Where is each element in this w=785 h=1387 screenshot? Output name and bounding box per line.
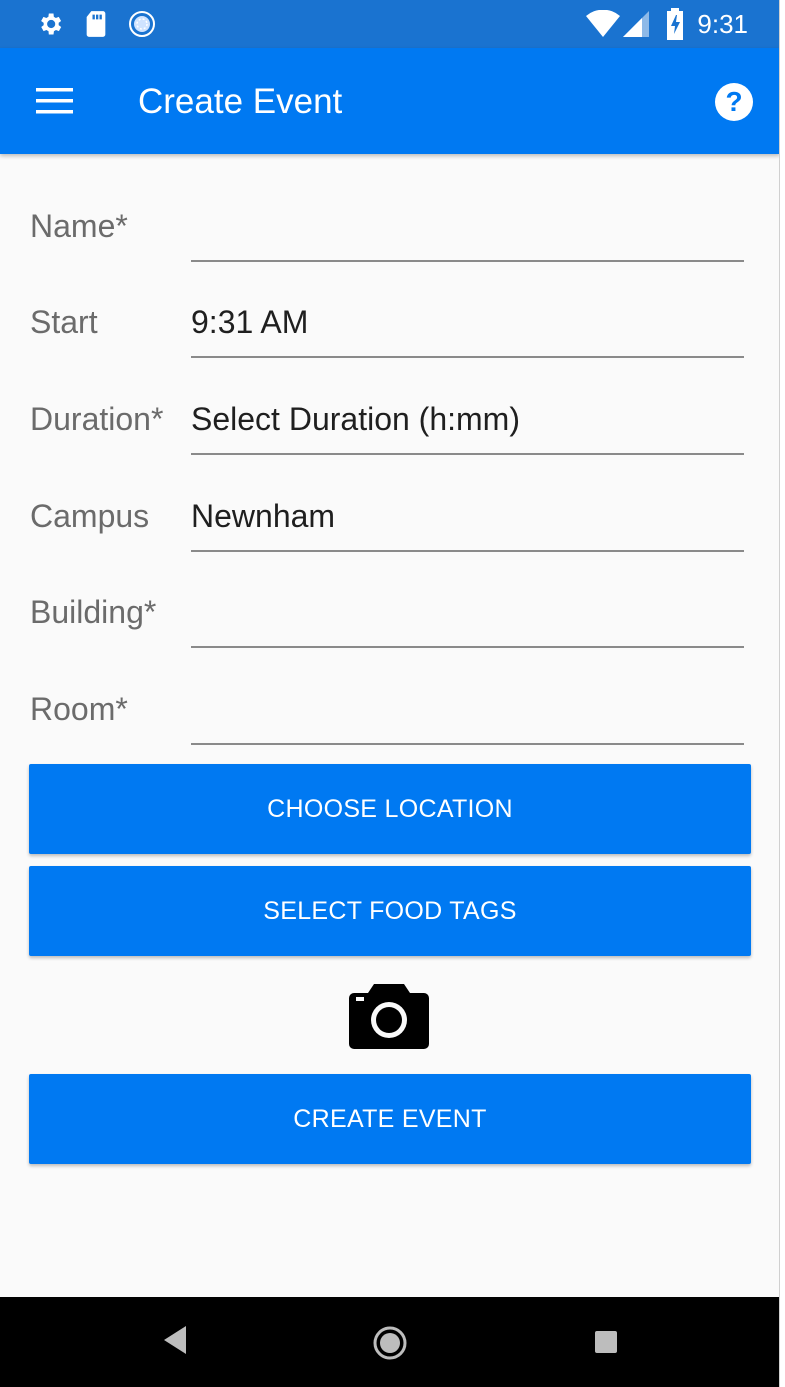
building-label: Building*	[30, 594, 157, 630]
name-label: Name*	[30, 208, 128, 244]
select-food-tags-button[interactable]: SELECT FOOD TAGS	[29, 866, 751, 956]
recents-square-icon	[595, 1331, 617, 1353]
battery-charging-icon	[666, 8, 684, 45]
start-time-picker[interactable]: 9:31 AM	[191, 296, 744, 358]
campus-row: Campus Newnham	[0, 490, 779, 560]
gear-icon	[36, 10, 64, 43]
duration-label: Duration*	[30, 401, 164, 437]
sync-icon	[128, 10, 156, 43]
help-circle-icon: ?	[715, 83, 753, 121]
device-screen: 9:31 Create Event ? Name* Start 9:31 AM	[0, 0, 780, 1387]
duration-value: Select Duration (h:mm)	[191, 401, 520, 437]
name-input[interactable]	[191, 206, 744, 250]
camera-icon	[349, 984, 429, 1049]
sd-card-icon	[84, 10, 108, 43]
room-label: Room*	[30, 691, 128, 727]
building-input[interactable]	[191, 592, 744, 636]
home-button[interactable]	[372, 1325, 408, 1366]
building-field[interactable]	[191, 586, 744, 648]
name-row: Name*	[0, 200, 779, 270]
start-row: Start 9:31 AM	[0, 296, 779, 366]
wifi-icon	[586, 9, 620, 43]
back-triangle-icon	[164, 1326, 186, 1354]
svg-text:?: ?	[725, 86, 742, 117]
name-field[interactable]	[191, 200, 744, 262]
page-title: Create Event	[138, 82, 343, 121]
navigation-bar	[0, 1297, 779, 1387]
room-field[interactable]	[191, 683, 744, 745]
camera-button[interactable]	[348, 982, 430, 1050]
app-bar: Create Event ?	[0, 48, 779, 154]
hamburger-menu-icon	[36, 88, 73, 114]
menu-button[interactable]	[26, 80, 82, 124]
campus-picker[interactable]: Newnham	[191, 490, 744, 552]
back-button[interactable]	[162, 1323, 188, 1362]
choose-location-button[interactable]: CHOOSE LOCATION	[29, 764, 751, 854]
cell-signal-icon	[622, 10, 650, 43]
start-label: Start	[30, 304, 98, 340]
room-row: Room*	[0, 683, 779, 753]
recents-button[interactable]	[594, 1330, 618, 1359]
start-time-value: 9:31 AM	[191, 304, 309, 340]
home-circle-icon	[373, 1326, 407, 1360]
building-row: Building*	[0, 586, 779, 656]
create-event-button[interactable]: CREATE EVENT	[29, 1074, 751, 1164]
status-bar: 9:31	[0, 0, 779, 48]
campus-label: Campus	[30, 498, 150, 534]
duration-picker[interactable]: Select Duration (h:mm)	[191, 393, 744, 455]
duration-row: Duration* Select Duration (h:mm)	[0, 393, 779, 463]
campus-value: Newnham	[191, 498, 336, 534]
room-input[interactable]	[191, 689, 744, 733]
help-button[interactable]: ?	[714, 82, 754, 122]
status-time: 9:31	[697, 9, 748, 39]
